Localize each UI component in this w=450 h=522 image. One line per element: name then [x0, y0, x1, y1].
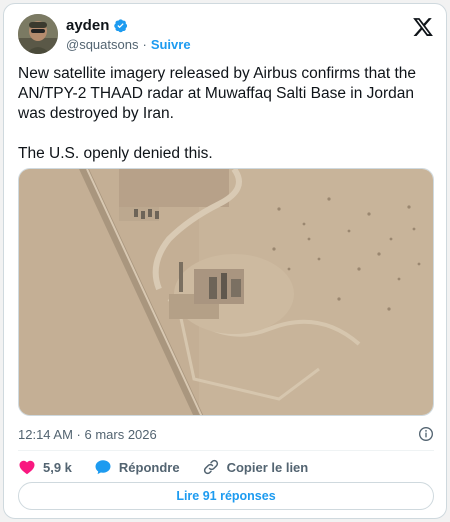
- verified-badge-icon: [113, 18, 128, 33]
- handle[interactable]: @squatsons: [66, 37, 138, 52]
- action-bar: 5,9 k Répondre Copier le lien: [18, 455, 434, 479]
- x-logo-icon[interactable]: [412, 16, 434, 38]
- like-count: 5,9 k: [43, 459, 72, 475]
- author-names: ayden @squatsons · Suivre: [66, 16, 191, 52]
- copy-link-label: Copier le lien: [226, 459, 309, 475]
- info-icon[interactable]: [418, 426, 434, 442]
- speech-bubble-icon: [95, 460, 111, 475]
- copy-link-button[interactable]: Copier le lien: [202, 458, 309, 476]
- tweet-text: New satellite imagery released by Airbus…: [18, 64, 438, 184]
- heart-icon: [19, 460, 35, 475]
- timestamp[interactable]: 12:14 AM · 6 mars 2026: [18, 427, 157, 442]
- link-icon: [203, 459, 218, 475]
- tweet-paragraph-1: New satellite imagery released by Airbus…: [18, 65, 417, 122]
- read-replies-button[interactable]: Lire 91 réponses: [18, 482, 434, 510]
- like-button[interactable]: 5,9 k: [18, 458, 72, 476]
- reply-label: Répondre: [118, 459, 180, 475]
- tweet-header: ayden @squatsons · Suivre: [18, 14, 434, 58]
- follow-button[interactable]: Suivre: [151, 37, 191, 52]
- avatar[interactable]: [18, 14, 58, 54]
- tweet-card: ayden @squatsons · Suivre New satellite: [3, 3, 447, 519]
- reply-button[interactable]: Répondre: [94, 458, 180, 476]
- divider: [18, 450, 434, 451]
- separator-dot: ·: [142, 37, 147, 52]
- timestamp-row: 12:14 AM · 6 mars 2026: [18, 424, 434, 444]
- tweet-paragraph-2: The U.S. openly denied this.: [18, 145, 213, 162]
- display-name[interactable]: ayden: [66, 17, 109, 34]
- satellite-image[interactable]: [18, 168, 434, 416]
